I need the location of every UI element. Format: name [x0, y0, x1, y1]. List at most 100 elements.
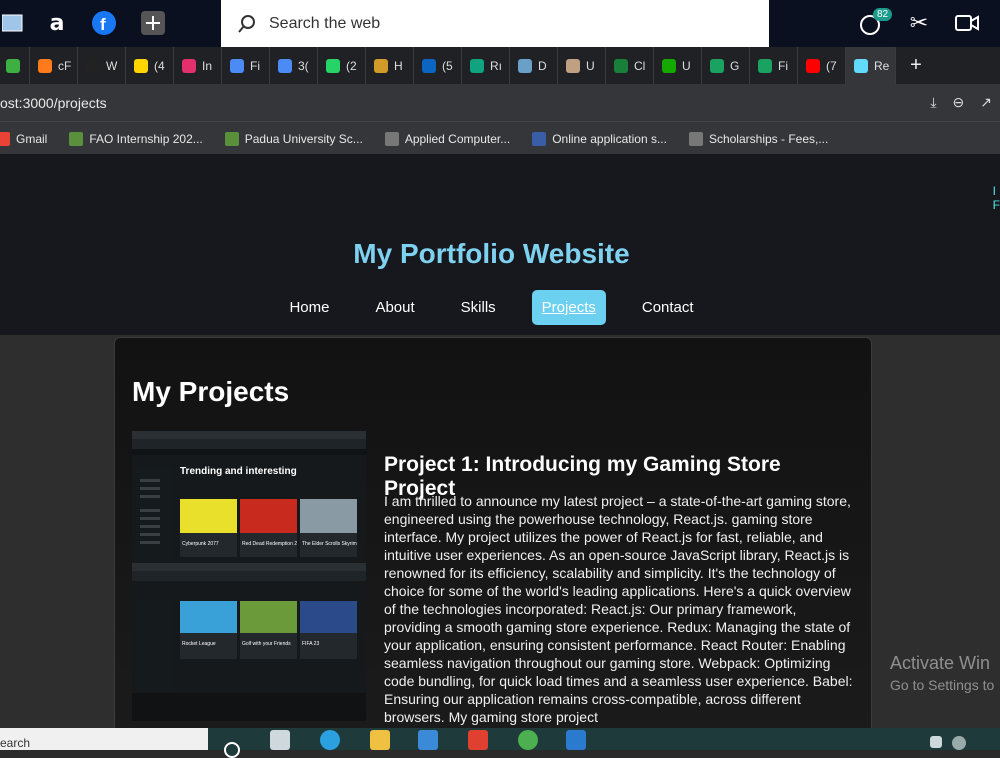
- search-icon: [238, 14, 255, 33]
- browser-tab[interactable]: Rı: [462, 47, 510, 84]
- nav-link-contact[interactable]: Contact: [632, 290, 704, 325]
- nav-link-skills[interactable]: Skills: [451, 290, 506, 325]
- bookmark-favicon-icon: [532, 131, 547, 146]
- bookmarks-bar: Gmail FAO Internship 202... Padua Universi…: [0, 121, 1000, 155]
- bookmark-item[interactable]: Gmail: [0, 131, 48, 146]
- browser-tab[interactable]: U: [654, 47, 702, 84]
- browser-tab[interactable]: Fi: [222, 47, 270, 84]
- video-icon[interactable]: [954, 10, 980, 36]
- tab-favicon-icon: [662, 58, 676, 73]
- bookmark-item[interactable]: Scholarships - Fees,...: [688, 131, 828, 146]
- bookmark-item[interactable]: Padua University Sc...: [224, 131, 363, 146]
- os-search-box[interactable]: Search the web: [221, 0, 769, 47]
- browser-tab[interactable]: cF: [30, 47, 78, 84]
- site-title: My Portfolio Website: [353, 238, 630, 269]
- projects-card: My Projects Trending and interesting Cyb…: [114, 337, 872, 739]
- zoom-icon[interactable]: ⊖: [953, 94, 965, 111]
- shot-game-title: Cyberpunk 2077: [182, 541, 219, 547]
- tab-favicon-icon: [86, 58, 100, 73]
- shot-game-title: Red Dead Redemption 2: [242, 541, 297, 547]
- vscode-icon[interactable]: [566, 730, 586, 750]
- add-shortcut-icon[interactable]: [140, 10, 166, 36]
- browser-tab[interactable]: D: [510, 47, 558, 84]
- browser-tab[interactable]: H: [366, 47, 414, 84]
- install-icon[interactable]: ⤓: [930, 94, 936, 111]
- tab-favicon-icon: [134, 58, 148, 73]
- taskbar-search[interactable]: earch: [0, 728, 208, 750]
- bookmark-favicon-icon: [688, 131, 703, 146]
- tab-label: H: [394, 58, 403, 73]
- tab-pinned[interactable]: [0, 47, 30, 84]
- bookmark-favicon-icon: [0, 131, 10, 146]
- shot-game-title: The Elder Scrolls Skyrim: [302, 541, 357, 547]
- bookmark-label: Applied Computer...: [404, 131, 511, 146]
- amazon-icon[interactable]: a: [44, 10, 70, 36]
- address-bar[interactable]: ost:3000/projects ⤓ ⊖ ↗: [0, 84, 1000, 121]
- notification-badge: 82: [873, 8, 893, 21]
- project-screenshot: Trending and interesting Cyberpunk 2077 …: [132, 431, 366, 721]
- facebook-icon[interactable]: f: [91, 10, 117, 36]
- tab-label: Re: [874, 58, 890, 73]
- projects-heading: My Projects: [132, 376, 290, 407]
- tab-label: U: [682, 58, 691, 73]
- scissors-icon[interactable]: ✂: [906, 10, 932, 36]
- side-text: I F: [993, 184, 1000, 212]
- site-header: My Portfolio Website Home About Skills Proj…: [0, 154, 1000, 336]
- tab-favicon-icon: [38, 58, 52, 73]
- tab-label: Cl: [634, 58, 646, 73]
- project-description: I am thrilled to announce my latest proj…: [384, 493, 853, 725]
- file-explorer-icon[interactable]: [370, 730, 390, 750]
- network-icon[interactable]: [952, 736, 966, 750]
- store-icon[interactable]: [418, 730, 438, 750]
- svg-text:f: f: [100, 15, 106, 34]
- share-icon[interactable]: ↗: [980, 94, 992, 111]
- browser-tab[interactable]: W: [78, 47, 126, 84]
- browser-tab[interactable]: G: [702, 47, 750, 84]
- brave-icon[interactable]: [468, 730, 488, 750]
- tab-favicon-icon: [326, 58, 340, 73]
- nav-link-about[interactable]: About: [365, 290, 424, 325]
- chrome-icon[interactable]: [518, 730, 538, 750]
- shot-game-title: FIFA 23: [302, 641, 319, 647]
- browser-tab[interactable]: 3(: [270, 47, 318, 84]
- tab-label: D: [538, 58, 547, 73]
- nav-link-home[interactable]: Home: [279, 290, 339, 325]
- search-icon[interactable]: [224, 742, 240, 758]
- tray-chevron-icon[interactable]: [930, 736, 942, 748]
- tab-label: U: [586, 58, 595, 73]
- tab-label: 3(: [298, 58, 309, 73]
- browser-tab[interactable]: Cl: [606, 47, 654, 84]
- nav-link-projects[interactable]: Projects: [531, 290, 606, 325]
- tab-favicon-icon: [182, 58, 196, 73]
- shot-game-title: Rocket League: [182, 641, 216, 647]
- bookmark-item[interactable]: Applied Computer...: [384, 131, 511, 146]
- tab-favicon-icon: [230, 58, 244, 73]
- browser-tab[interactable]: (4: [126, 47, 174, 84]
- browser-tab[interactable]: Fi: [750, 47, 798, 84]
- tab-favicon-icon: [614, 58, 628, 73]
- bookmark-label: Gmail: [16, 131, 48, 146]
- app-grid-icon[interactable]: [0, 10, 26, 36]
- new-tab-button[interactable]: +: [896, 54, 936, 77]
- shot-game-title: Golf with your Friends: [242, 641, 291, 647]
- tab-label: (7: [826, 58, 837, 73]
- browser-tab[interactable]: U: [558, 47, 606, 84]
- tab-label: Fi: [250, 58, 260, 73]
- task-view-icon[interactable]: [270, 730, 290, 750]
- tab-label: (5: [442, 58, 453, 73]
- browser-tab[interactable]: (5: [414, 47, 462, 84]
- taskbar-search-label: earch: [0, 736, 31, 750]
- bookmark-item[interactable]: FAO Internship 202...: [69, 131, 203, 146]
- activation-watermark: Activate Win Go to Settings to: [890, 652, 994, 696]
- tab-label: Fi: [778, 58, 788, 73]
- edge-icon[interactable]: [320, 730, 340, 750]
- browser-tab[interactable]: (2: [318, 47, 366, 84]
- tab-label: (2: [346, 58, 357, 73]
- browser-tab[interactable]: Re✕: [846, 47, 896, 84]
- watermark-subtitle: Go to Settings to: [890, 677, 995, 693]
- tab-label: W: [106, 58, 118, 73]
- tab-favicon-icon: [470, 58, 484, 73]
- browser-tab[interactable]: (7: [798, 47, 846, 84]
- browser-tab[interactable]: In: [174, 47, 222, 84]
- bookmark-item[interactable]: Online application s...: [532, 131, 667, 146]
